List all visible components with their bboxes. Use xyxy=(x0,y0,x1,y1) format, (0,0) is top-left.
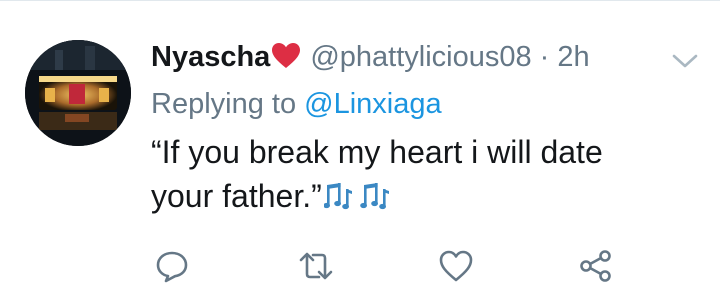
avatar[interactable] xyxy=(25,40,131,146)
chevron-down-icon xyxy=(672,54,698,68)
retweet-button[interactable] xyxy=(298,248,334,284)
replying-to-mention[interactable]: @Linxiaga xyxy=(304,88,441,120)
tweet-header: Nyascha @phattylicious08 · 2h xyxy=(151,38,590,76)
reply-icon xyxy=(156,251,188,283)
time-separator: · xyxy=(539,41,550,73)
red-heart-icon xyxy=(272,43,301,69)
avatar-image xyxy=(25,40,131,146)
replying-prefix: Replying to xyxy=(151,88,297,120)
retweet-icon xyxy=(299,252,333,280)
author-handle[interactable]: @phattylicious08 xyxy=(310,41,531,73)
replying-to-line: Replying to @Linxiaga xyxy=(151,85,442,123)
tweet-text: “If you break my heart i will date your … xyxy=(151,130,671,218)
share-icon xyxy=(580,250,611,282)
tweet-card[interactable]: Nyascha @phattylicious08 · 2h Replying to… xyxy=(0,0,720,305)
tweet-actions xyxy=(0,248,720,288)
tweet-time[interactable]: 2h xyxy=(557,41,589,73)
author-name[interactable]: Nyascha xyxy=(151,41,270,73)
like-button[interactable] xyxy=(438,248,474,284)
reply-button[interactable] xyxy=(154,248,190,284)
share-button[interactable] xyxy=(578,248,614,284)
musical-notes-icon xyxy=(323,181,394,211)
tweet-menu-button[interactable] xyxy=(668,49,702,73)
heart-outline-icon xyxy=(439,250,473,282)
